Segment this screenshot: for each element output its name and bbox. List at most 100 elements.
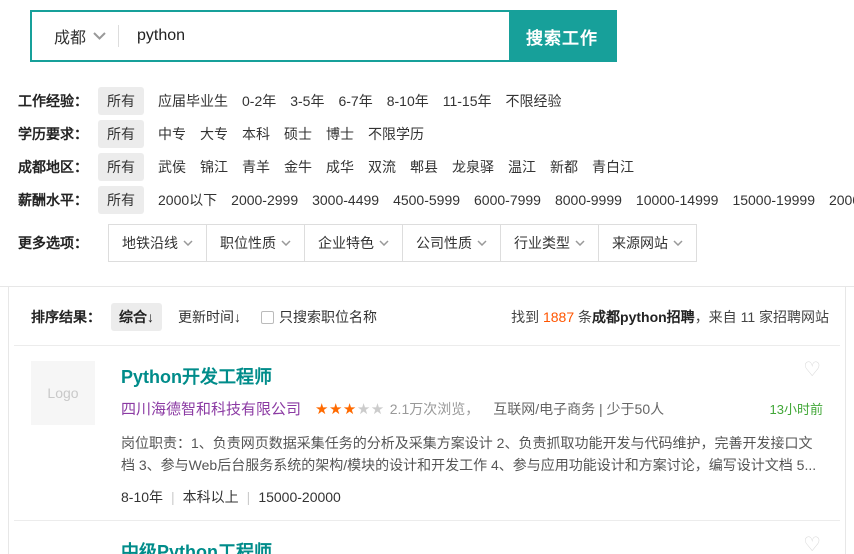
job-card[interactable]: BBD 中级Python工程师 成都数联铭品科技有限公司 ★★★★★ 1.8万次…	[9, 521, 845, 554]
filter-label-district: 成都地区：	[18, 157, 88, 177]
city-label: 成都	[54, 24, 86, 48]
filter-option[interactable]: 锦江	[200, 157, 228, 177]
sort-option-comprehensive[interactable]: 综合↓	[111, 303, 162, 331]
favorite-heart-icon[interactable]: ♡	[803, 535, 821, 554]
city-selector[interactable]: 成都	[32, 12, 118, 60]
dropdown-source-site[interactable]: 来源网站	[598, 224, 697, 262]
job-title-link[interactable]: Python开发工程师	[121, 363, 272, 389]
filter-label-salary: 薪酬水平：	[18, 190, 88, 210]
filter-label-experience: 工作经验：	[18, 91, 88, 111]
chevron-down-icon	[93, 32, 106, 40]
filter-option[interactable]: 6000-7999	[474, 192, 541, 208]
chevron-down-icon	[673, 240, 683, 246]
filter-option[interactable]: 20000-	[829, 192, 854, 208]
filter-option-selected[interactable]: 所有	[98, 186, 144, 214]
more-options-label: 更多选项：	[18, 233, 88, 253]
view-count: 2.1万次浏览，	[390, 399, 479, 419]
chevron-down-icon	[183, 240, 193, 246]
filter-panel: 工作经验： 所有 应届毕业生 0-2年 3-5年 6-7年 8-10年 11-1…	[18, 84, 854, 216]
filter-option[interactable]: 3000-4499	[312, 192, 379, 208]
dropdown-label: 行业类型	[514, 233, 570, 253]
dropdown-group: 地铁沿线 职位性质 企业特色 公司性质 行业类型 来源网站	[108, 224, 697, 262]
dropdown-company-feature[interactable]: 企业特色	[304, 224, 403, 262]
filter-option[interactable]: 青羊	[242, 157, 270, 177]
filter-option[interactable]: 成华	[326, 157, 354, 177]
tag-separator: |	[171, 489, 175, 505]
job-main: Python开发工程师 四川海德智和科技有限公司 ★★★★★ 2.1万次浏览， …	[121, 361, 823, 507]
filter-option[interactable]: 博士	[326, 124, 354, 144]
stars-filled: ★★★	[315, 401, 357, 418]
filter-option[interactable]: 11-15年	[443, 91, 492, 111]
search-input[interactable]	[119, 12, 509, 60]
summary-mid: 条	[574, 309, 592, 325]
filter-option[interactable]: 0-2年	[242, 91, 276, 111]
summary-prefix: 找到	[511, 309, 543, 325]
filter-option[interactable]: 金牛	[284, 157, 312, 177]
job-requirements: 8-10年|本科以上|15000-20000	[121, 487, 823, 507]
job-title-row: 中级Python工程师	[121, 536, 823, 554]
dropdown-job-nature[interactable]: 职位性质	[206, 224, 305, 262]
dropdown-metro-line[interactable]: 地铁沿线	[108, 224, 207, 262]
filter-option[interactable]: 龙泉驿	[452, 157, 494, 177]
filter-option[interactable]: 2000-2999	[231, 192, 298, 208]
filter-option[interactable]: 郫县	[410, 157, 438, 177]
favorite-heart-icon[interactable]: ♡	[803, 360, 821, 380]
job-description: 岗位职责：1、负责网页数据采集任务的分析及采集方案设计 2、负责抓取功能开发与代…	[121, 432, 823, 476]
filter-option[interactable]: 15000-19999	[732, 192, 815, 208]
title-only-checkbox[interactable]	[261, 311, 274, 324]
search-jobs-button[interactable]: 搜索工作	[509, 12, 615, 60]
dropdown-company-type[interactable]: 公司性质	[402, 224, 501, 262]
filter-option-selected[interactable]: 所有	[98, 153, 144, 181]
filter-option[interactable]: 4500-5999	[393, 192, 460, 208]
sort-bar: 排序结果： 综合↓ 更新时间↓ 只搜索职位名称 找到 1887 条成都pytho…	[9, 287, 845, 345]
chevron-down-icon	[281, 240, 291, 246]
filter-row-salary: 薪酬水平： 所有 2000以下 2000-2999 3000-4499 4500…	[18, 183, 854, 216]
filter-option[interactable]: 3-5年	[290, 91, 324, 111]
chevron-down-icon	[575, 240, 585, 246]
filter-label-education: 学历要求：	[18, 124, 88, 144]
result-summary: 找到 1887 条成都python招聘，来自 11 家招聘网站	[511, 307, 829, 327]
filter-row-education: 学历要求： 所有 中专 大专 本科 硕士 博士 不限学历	[18, 117, 854, 150]
dropdown-label: 公司性质	[416, 233, 472, 253]
filter-option-selected[interactable]: 所有	[98, 87, 144, 115]
filter-option[interactable]: 大专	[200, 124, 228, 144]
filter-option[interactable]: 8000-9999	[555, 192, 622, 208]
title-only-label: 只搜索职位名称	[279, 307, 377, 327]
more-options-row: 更多选项： 地铁沿线 职位性质 企业特色 公司性质 行业类型 来源网站	[18, 224, 854, 262]
chevron-down-icon	[379, 240, 389, 246]
summary-suffix: ，来自 11 家招聘网站	[695, 309, 829, 325]
logo-placeholder-text: Logo	[47, 385, 78, 401]
sort-label: 排序结果：	[31, 307, 101, 327]
company-logo: Logo	[31, 361, 95, 425]
tag-salary: 15000-20000	[258, 489, 341, 505]
filter-option[interactable]: 中专	[158, 124, 186, 144]
filter-option[interactable]: 8-10年	[387, 91, 429, 111]
filter-option[interactable]: 温江	[508, 157, 536, 177]
filter-option[interactable]: 不限学历	[368, 124, 424, 144]
filter-option[interactable]: 武侯	[158, 157, 186, 177]
star-rating: ★★★★★	[315, 400, 385, 418]
job-card[interactable]: Logo Python开发工程师 四川海德智和科技有限公司 ★★★★★ 2.1万…	[9, 346, 845, 520]
filter-option[interactable]: 2000以下	[158, 190, 217, 210]
filter-option[interactable]: 应届毕业生	[158, 91, 228, 111]
filter-option[interactable]: 双流	[368, 157, 396, 177]
dropdown-label: 来源网站	[612, 233, 668, 253]
job-title-link[interactable]: 中级Python工程师	[121, 538, 272, 554]
filter-option[interactable]: 本科	[242, 124, 270, 144]
filter-option[interactable]: 10000-14999	[636, 192, 719, 208]
filter-option[interactable]: 不限经验	[506, 91, 562, 111]
search-keyword: 成都python招聘	[592, 309, 695, 325]
search-section: 成都 搜索工作	[0, 0, 854, 62]
dropdown-industry[interactable]: 行业类型	[500, 224, 599, 262]
results-panel: 排序结果： 综合↓ 更新时间↓ 只搜索职位名称 找到 1887 条成都pytho…	[8, 287, 846, 554]
tag-experience: 8-10年	[121, 489, 163, 505]
filter-option[interactable]: 硕士	[284, 124, 312, 144]
filter-option[interactable]: 青白江	[592, 157, 634, 177]
filter-option[interactable]: 新都	[550, 157, 578, 177]
tag-education: 本科以上	[183, 489, 239, 505]
job-main: 中级Python工程师 成都数联铭品科技有限公司 ★★★★★ 1.8万次浏览， …	[121, 536, 823, 554]
company-link[interactable]: 四川海德智和科技有限公司	[121, 398, 301, 419]
filter-option-selected[interactable]: 所有	[98, 120, 144, 148]
filter-option[interactable]: 6-7年	[338, 91, 372, 111]
sort-option-update-time[interactable]: 更新时间↓	[178, 307, 241, 327]
